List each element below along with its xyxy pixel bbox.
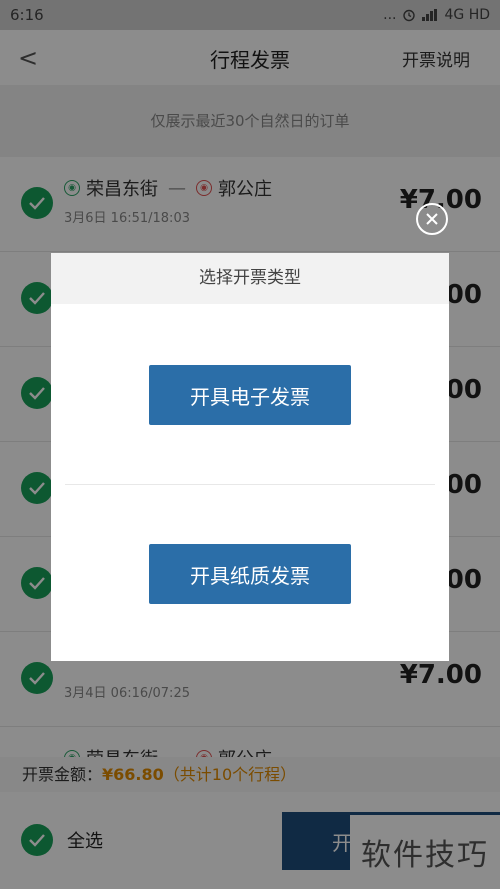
dialog-title: 选择开票类型 bbox=[51, 253, 449, 304]
electronic-invoice-button[interactable]: 开具电子发票 bbox=[149, 365, 351, 425]
close-icon[interactable] bbox=[416, 203, 448, 235]
invoice-type-dialog: 选择开票类型 开具电子发票 开具纸质发票 bbox=[51, 253, 449, 661]
divider bbox=[65, 484, 435, 485]
paper-invoice-button[interactable]: 开具纸质发票 bbox=[149, 544, 351, 604]
